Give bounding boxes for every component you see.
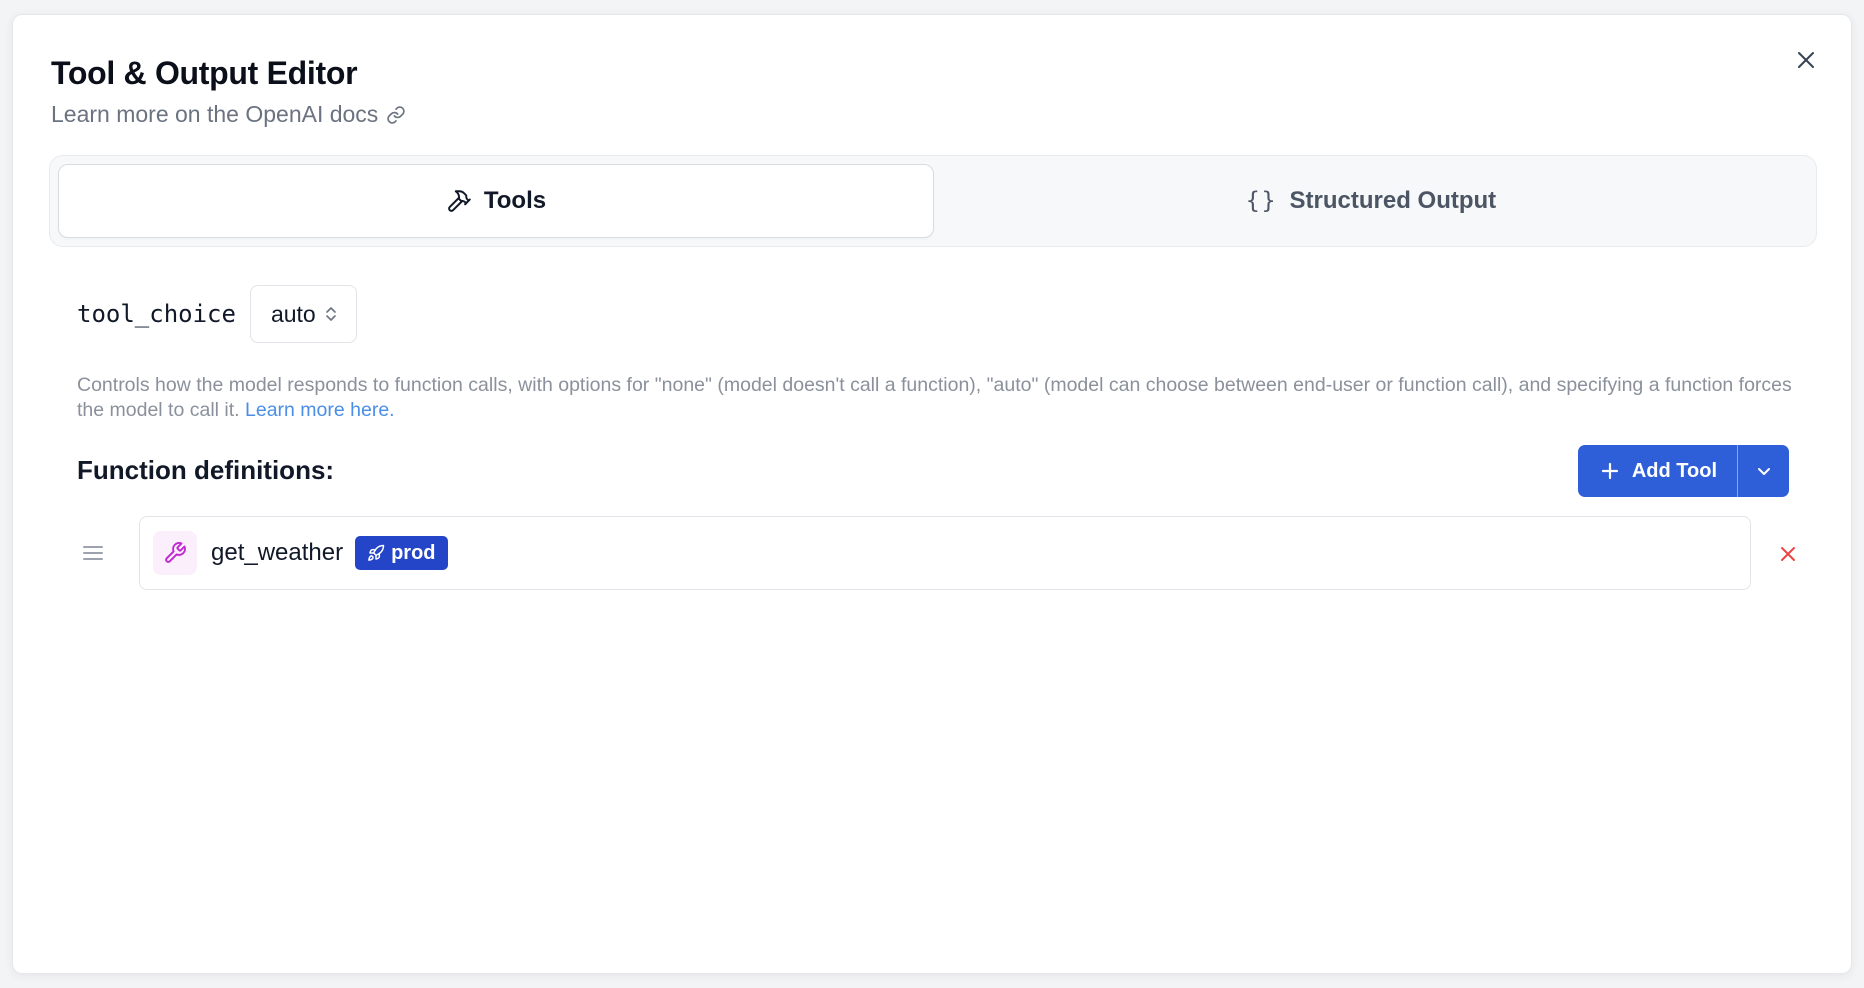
- tool-choice-label: tool_choice: [77, 300, 236, 328]
- learn-more-link[interactable]: Learn more here.: [245, 399, 395, 421]
- add-tool-label: Add Tool: [1631, 459, 1717, 482]
- tab-bar: Tools {} Structured Output: [49, 155, 1817, 247]
- tab-structured-output-label: Structured Output: [1289, 187, 1497, 214]
- docs-link-row: Learn more on the OpenAI docs: [51, 101, 406, 128]
- prod-badge: prod: [355, 536, 448, 570]
- chevron-down-icon: [1757, 468, 1770, 475]
- tab-tools[interactable]: Tools: [58, 164, 934, 238]
- function-icon-tile: [153, 531, 197, 575]
- link-icon: [387, 105, 406, 124]
- function-card[interactable]: get_weather prod: [139, 516, 1751, 590]
- remove-function-button[interactable]: [1771, 537, 1805, 571]
- prod-badge-label: prod: [391, 541, 436, 564]
- braces-icon: {}: [1245, 188, 1278, 214]
- add-tool-button-group: Add Tool: [1577, 445, 1789, 497]
- hammer-icon: [448, 190, 471, 212]
- tool-choice-row: tool_choice auto: [77, 285, 357, 343]
- menu-icon: [83, 546, 103, 560]
- tab-tools-label: Tools: [483, 187, 547, 214]
- chevron-up-down-icon: [325, 307, 336, 321]
- wrench-icon: [165, 542, 186, 563]
- openai-docs-link[interactable]: Learn more on the OpenAI docs: [51, 101, 378, 128]
- dialog-title: Tool & Output Editor: [51, 55, 358, 91]
- tool-output-editor-dialog: Tool & Output Editor Learn more on the O…: [12, 14, 1852, 974]
- close-icon: [1781, 547, 1795, 561]
- tool-choice-select[interactable]: auto: [249, 285, 357, 343]
- close-icon: [1798, 52, 1814, 68]
- tool-choice-help: Controls how the model responds to funct…: [77, 373, 1797, 423]
- add-tool-button[interactable]: Add Tool: [1578, 445, 1737, 497]
- function-definitions-heading: Function definitions:: [77, 455, 335, 485]
- tab-structured-output[interactable]: {} Structured Output: [934, 164, 1808, 238]
- close-button[interactable]: [1789, 43, 1823, 77]
- rocket-icon: [368, 544, 385, 561]
- tool-choice-value: auto: [270, 300, 316, 327]
- plus-icon: [1601, 462, 1618, 480]
- add-tool-dropdown-button[interactable]: [1737, 445, 1789, 497]
- function-name: get_weather: [211, 539, 344, 566]
- drag-handle[interactable]: [77, 541, 109, 565]
